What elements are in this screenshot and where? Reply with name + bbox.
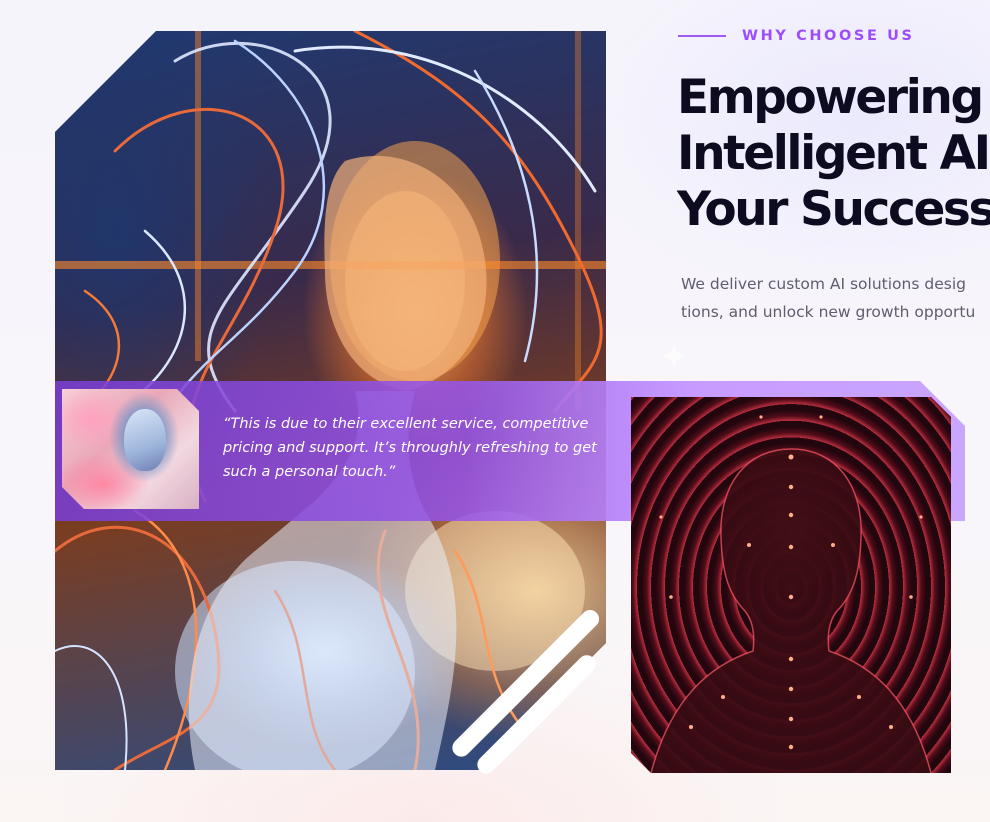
testimonial-avatar (62, 389, 199, 509)
ai-head-image (631, 397, 951, 773)
glowing-head-art (650, 415, 932, 773)
eyebrow-label: WHY CHOOSE US (742, 28, 915, 44)
description-line-1: We deliver custom AI solutions desig (681, 275, 966, 293)
avatar-face (124, 409, 166, 471)
testimonial-quote: “This is due to their excellent service,… (223, 416, 597, 480)
headline-line-3: Your Success. (677, 182, 990, 237)
eyebrow-divider (678, 35, 726, 37)
section-description: We deliver custom AI solutions desig tio… (681, 270, 975, 326)
section-headline: Empowering I Intelligent AI S Your Succe… (677, 70, 990, 238)
headline-line-1: Empowering I (677, 70, 990, 125)
sparkle-icon (660, 342, 688, 370)
section-eyebrow: WHY CHOOSE US (678, 28, 915, 44)
description-line-2: tions, and unlock new growth opportu (681, 303, 976, 321)
headline-line-2: Intelligent AI S (677, 126, 990, 181)
